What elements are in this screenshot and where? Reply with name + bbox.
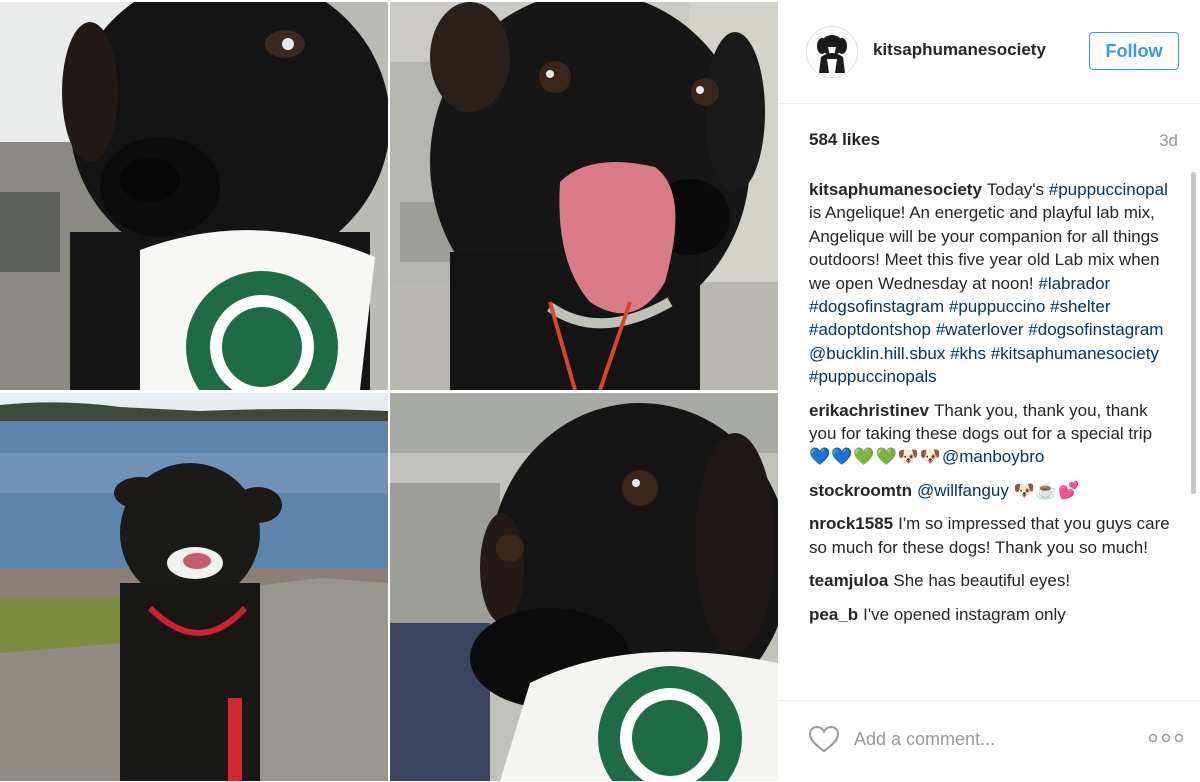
mention-link[interactable]: @willfanguy: [917, 481, 1009, 500]
post-age[interactable]: 3d: [1159, 131, 1178, 151]
comment-author[interactable]: teamjuloa: [809, 571, 888, 590]
caption-author[interactable]: kitsaphumanesociety: [809, 180, 982, 199]
post-header: kitsaphumanesociety Follow: [778, 0, 1200, 104]
photo-dog-closeup-cup: [390, 393, 778, 781]
comment-author[interactable]: erikachristinev: [809, 401, 929, 420]
photo-dog-at-shore: [0, 393, 388, 781]
hashtag-link[interactable]: #khs: [950, 344, 986, 363]
hashtag-link[interactable]: #dogsofinstagram: [1028, 320, 1163, 339]
hashtag-link[interactable]: #puppuccino: [949, 297, 1045, 316]
mention-link[interactable]: @bucklin.hill.sbux: [809, 344, 945, 363]
photo-collage[interactable]: [0, 0, 778, 781]
comment-item: pea_b I've opened instagram only: [809, 603, 1171, 626]
caption-text: Today's: [986, 180, 1045, 199]
comment-emojis: 🐶☕💕: [1013, 480, 1081, 500]
mention-link[interactable]: @manboybro: [942, 447, 1044, 466]
comment-author[interactable]: nrock1585: [809, 514, 893, 533]
comment-author[interactable]: pea_b: [809, 605, 858, 624]
hashtag-link[interactable]: #shelter: [1050, 297, 1110, 316]
hashtag-link[interactable]: #puppuccinopal: [1049, 180, 1168, 199]
hashtag-link[interactable]: #puppuccinopals: [809, 367, 937, 386]
post-footer: [778, 700, 1200, 782]
comment-emojis: 💙💙💚💚🐶🐶: [809, 447, 943, 467]
profile-avatar[interactable]: [806, 26, 858, 78]
hashtag-link[interactable]: #adoptdontshop: [809, 320, 931, 339]
comment-item: nrock1585 I'm so impressed that you guys …: [809, 512, 1171, 559]
hashtag-link[interactable]: #kitsaphumanesociety: [991, 344, 1159, 363]
post-side-panel: kitsaphumanesociety Follow 584 likes 3d …: [778, 0, 1200, 781]
add-comment-input[interactable]: [854, 725, 1094, 753]
post-author-username[interactable]: kitsaphumanesociety: [873, 40, 1046, 60]
comment-item: teamjuloa She has beautiful eyes!: [809, 569, 1171, 592]
comments-list[interactable]: kitsaphumanesociety Today's #puppuccinopa…: [809, 178, 1171, 690]
comment-item: stockroomtn @willfanguy 🐶☕💕: [809, 479, 1171, 502]
photo-dog-sniffing-cup: [0, 2, 388, 390]
comment-item: erikachristinev Thank you, thank you, tha…: [809, 399, 1171, 469]
hashtag-link[interactable]: #dogsofinstagram: [809, 297, 944, 316]
comment-text: I've opened instagram only: [863, 604, 1066, 624]
follow-button[interactable]: Follow: [1089, 32, 1179, 70]
dog-avatar-icon: [807, 27, 857, 77]
hashtag-link[interactable]: #labrador: [1038, 274, 1110, 293]
photo-dog-licking-nose: [390, 2, 778, 390]
comment-author[interactable]: stockroomtn: [809, 481, 912, 500]
hashtag-link[interactable]: #waterlover: [936, 320, 1024, 339]
likes-count[interactable]: 584 likes: [809, 130, 880, 150]
caption: kitsaphumanesociety Today's #puppuccinopa…: [809, 178, 1171, 389]
comments-scrollbar[interactable]: [1191, 172, 1196, 494]
comment-text: She has beautiful eyes!: [893, 571, 1071, 591]
heart-icon[interactable]: [808, 725, 840, 753]
more-options-icon[interactable]: [1148, 731, 1184, 745]
